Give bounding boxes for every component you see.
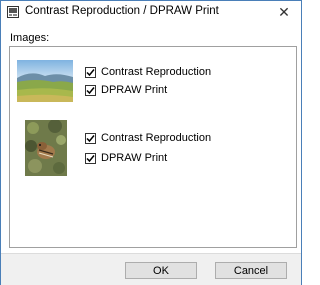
checkmark-icon	[86, 68, 95, 76]
item2-contrast-reproduction-checkbox[interactable]: Contrast Reproduction	[85, 131, 211, 145]
cancel-button[interactable]: Cancel	[215, 262, 287, 279]
checkbox-box	[85, 66, 96, 78]
checkmark-icon	[86, 154, 95, 162]
dialog-window: Contrast Reproduction / DPRAW Print ✕ Im…	[0, 0, 302, 285]
images-label: Images:	[10, 32, 50, 44]
landscape-thumbnail	[17, 60, 73, 102]
checkbox-label: Contrast Reproduction	[101, 132, 212, 144]
checkbox-box	[85, 84, 96, 96]
checkbox-label: DPRAW Print	[101, 84, 168, 96]
checkbox-box	[85, 152, 96, 164]
button-bar: OK Cancel	[1, 253, 301, 285]
checkbox-box	[85, 132, 96, 144]
item1-dpraw-print-checkbox[interactable]: DPRAW Print	[85, 83, 167, 97]
close-icon: ✕	[278, 3, 290, 20]
window-title: Contrast Reproduction / DPRAW Print	[25, 5, 219, 17]
ok-button[interactable]: OK	[125, 262, 197, 279]
chipmunk-thumbnail	[25, 120, 67, 176]
close-button[interactable]: ✕	[267, 1, 301, 23]
item2-dpraw-print-checkbox[interactable]: DPRAW Print	[85, 151, 167, 165]
checkmark-icon	[86, 134, 95, 142]
checkmark-icon	[86, 86, 95, 94]
app-icon	[7, 6, 19, 18]
checkbox-label: DPRAW Print	[101, 152, 168, 164]
images-list: Contrast Reproduction DPRAW Print Contra…	[9, 46, 297, 248]
checkbox-label: Contrast Reproduction	[101, 66, 212, 78]
item1-contrast-reproduction-checkbox[interactable]: Contrast Reproduction	[85, 65, 211, 79]
title-bar: Contrast Reproduction / DPRAW Print ✕	[1, 1, 301, 23]
